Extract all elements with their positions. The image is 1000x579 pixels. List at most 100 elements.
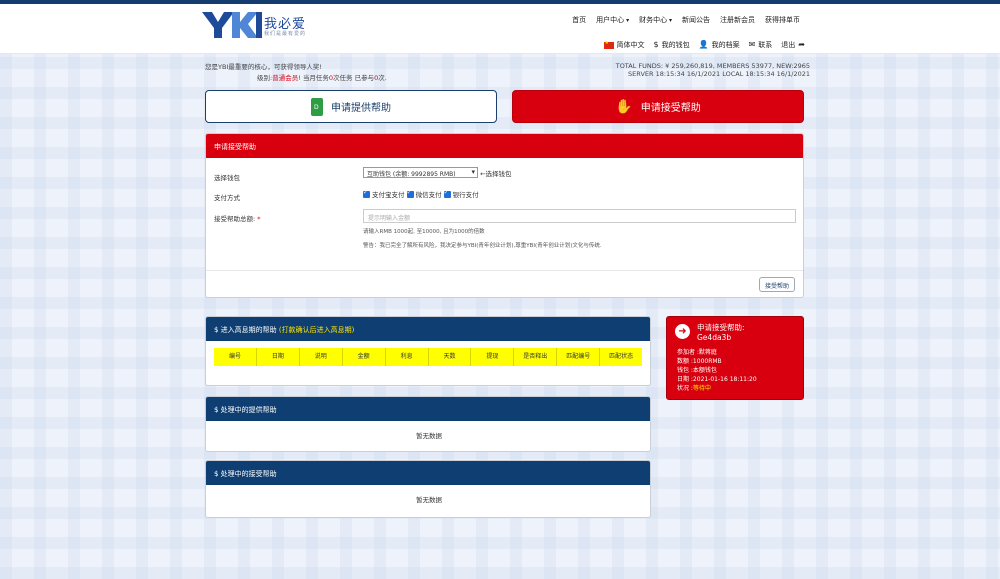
request-code: Ge4da3b — [697, 333, 732, 342]
request-status-row: 状况 :等待中 — [677, 384, 757, 393]
request-wallet: 钱包 :本额钱包 — [677, 367, 717, 374]
wallet-hint: ←选择钱包 — [480, 170, 512, 178]
arrow-right-icon: ➜ — [675, 324, 690, 339]
member-status-line: 级别:普通会员! 当月任务0次任务 已参与0次. — [205, 73, 387, 84]
amount-hint: 请输入RMB 1000起, 至10000, 且为1000的倍数 — [363, 229, 485, 235]
interest-panel-header: $ 进入高息期的帮助 (打款确认后进入高息期) — [206, 317, 650, 341]
share-arrow-icon: ➦ — [798, 40, 805, 49]
site-logo[interactable]: 我必爱 我们是最有爱的 — [202, 10, 322, 44]
my-wallet-link[interactable]: $ 我的钱包 — [654, 40, 690, 50]
bank-checkbox[interactable] — [443, 189, 451, 198]
provide-help-label: 申请提供帮助 — [331, 103, 391, 114]
column-match-id: 匹配编号 — [557, 348, 601, 366]
provide-processing-panel: $ 处理中的提供帮助 暂无数据 — [205, 396, 651, 452]
nav-news[interactable]: 新闻公告 — [682, 15, 710, 25]
column-desc: 说明 — [300, 348, 343, 366]
alipay-option[interactable]: 支付宝支付 — [363, 189, 405, 199]
required-mark: * — [257, 215, 261, 223]
request-date: 日期 :2021-01-16 18:11:20 — [677, 376, 757, 383]
wallet-row: 互助钱包 (余额: 9992895 RMB) ←选择钱包 — [363, 167, 512, 178]
payment-options: 支付宝支付 微信支付 银行支付 — [363, 189, 479, 199]
site-header: 我必爱 我们是最有爱的 首页 用户中心 财务中心 新闻公告 注册新会员 获得排单… — [0, 4, 1000, 54]
request-details: 参加者 :默蒋庭 数额 :1000RMB 钱包 :本额钱包 日期 :2021-0… — [677, 348, 757, 393]
bank-option[interactable]: 银行支付 — [443, 189, 479, 199]
interest-table-header: 编号 日期 说明 金额 利息 天数 提现 是否释出 匹配编号 匹配状态 — [214, 348, 642, 366]
language-label: 简体中文 — [616, 41, 645, 49]
accept-empty-state: 暂无数据 — [416, 496, 442, 504]
provide-panel-title: $ 处理中的提供帮助 — [206, 397, 650, 421]
request-card-title: 申请接受帮助: — [697, 323, 745, 332]
envelope-icon: ✉ — [748, 40, 756, 49]
amount-input[interactable]: 提示明输入金额 — [363, 209, 796, 223]
sub-nav: 简体中文 $ 我的钱包 👤 我的档案 ✉ 联系 退出 ➦ — [603, 40, 805, 50]
alipay-checkbox[interactable] — [363, 189, 370, 198]
request-participant: 参加者 :默蒋庭 — [677, 349, 717, 356]
joined-suffix: 次. — [378, 74, 387, 82]
column-match-status: 匹配状态 — [609, 353, 634, 360]
server-time: SERVER 18:15:34 16/1/2021 LOCAL 18:15:34… — [628, 70, 810, 78]
request-amount: 数额 :1000RMB — [677, 358, 722, 365]
my-profile-link[interactable]: 👤 我的档案 — [699, 40, 740, 50]
nav-finance-center[interactable]: 财务中心 — [639, 15, 672, 25]
wallet-select[interactable]: 互助钱包 (余额: 9992895 RMB) — [363, 167, 478, 178]
logo-mark-icon — [202, 12, 262, 38]
alipay-label: 支付宝支付 — [372, 191, 405, 199]
accept-request-card[interactable]: ➜ 申请接受帮助: Ge4da3b 参加者 :默蒋庭 数额 :1000RMB 钱… — [666, 316, 804, 400]
accept-panel-title: $ 处理中的接受帮助 — [206, 461, 650, 485]
contact-link[interactable]: ✉ 联系 — [749, 40, 773, 50]
wechat-checkbox[interactable] — [406, 189, 414, 198]
wechat-label: 微信支付 — [415, 191, 442, 199]
column-withdraw: 提现 — [471, 348, 515, 366]
total-funds: TOTAL FUNDS: ¥ 259,260,819, MEMBERS 5397… — [615, 62, 810, 70]
interest-panel-title: $ 进入高息期的帮助 — [214, 326, 277, 334]
column-amount: 金额 — [343, 348, 386, 366]
level-prefix: 级别: — [257, 74, 273, 82]
accept-help-label: 申请接受帮助 — [640, 103, 701, 114]
request-status-label: 状况 : — [677, 385, 693, 392]
member-level: 普通会员 — [272, 74, 299, 82]
wallet-icon — [311, 97, 323, 116]
user-icon: 👤 — [698, 40, 709, 49]
accept-processing-panel: $ 处理中的接受帮助 暂无数据 — [205, 460, 651, 518]
dollar-icon: $ — [653, 40, 659, 49]
bank-label: 银行支付 — [452, 191, 479, 199]
joined-prefix: 次任务 已参与 — [333, 74, 375, 82]
interest-help-panel: $ 进入高息期的帮助 (打款确认后进入高息期) 编号 日期 说明 金额 利息 天… — [205, 316, 651, 386]
main-nav: 首页 用户中心 财务中心 新闻公告 注册新会员 获得排单币 — [572, 15, 800, 25]
my-wallet-label: 我的钱包 — [661, 41, 690, 49]
logo-tagline: 我们是最有爱的 — [264, 31, 307, 37]
amount-label: 接受帮助总额: — [214, 215, 256, 223]
submit-accept-button[interactable]: 接受帮助 — [758, 277, 795, 292]
welcome-message: 您是YBI最重要的核心，可获得领导人奖! 级别:普通会员! 当月任务0次任务 已… — [205, 62, 387, 84]
accept-help-button[interactable]: ✋ 申请接受帮助 — [512, 90, 804, 123]
task-prefix: ! 当月任务 — [298, 74, 329, 82]
risk-warning: 警告：我已完全了解所有风险，我决定参与YBI(青年创业计划),尊重YBI(青年创… — [363, 243, 602, 249]
column-id: 编号 — [214, 348, 257, 366]
interest-panel-note: (打款确认后进入高息期) — [278, 326, 355, 334]
payment-label: 支付方式 — [214, 194, 240, 202]
nav-user-center[interactable]: 用户中心 — [596, 15, 629, 25]
wechat-option[interactable]: 微信支付 — [406, 189, 442, 199]
form-title: 申请接受帮助 — [206, 134, 803, 158]
column-released: 是否释出 — [514, 348, 558, 366]
amount-label-row: 接受帮助总额: * — [214, 213, 261, 223]
contact-label: 联系 — [758, 41, 773, 49]
form-divider — [206, 270, 803, 271]
logout-link[interactable]: 退出 ➦ — [781, 40, 805, 50]
provide-empty-state: 暂无数据 — [416, 432, 442, 440]
my-profile-label: 我的档案 — [711, 41, 740, 49]
nav-get-coins[interactable]: 获得排单币 — [765, 15, 800, 25]
provide-help-button[interactable]: 申请提供帮助 — [205, 90, 497, 123]
request-card-header: 申请接受帮助: Ge4da3b — [697, 323, 745, 343]
welcome-line: 您是YBI最重要的核心，可获得领导人奖! — [205, 63, 322, 71]
nav-register[interactable]: 注册新会员 — [720, 15, 755, 25]
column-days: 天数 — [429, 348, 472, 366]
hand-coins-icon: ✋ — [615, 98, 633, 115]
nav-home[interactable]: 首页 — [572, 15, 586, 25]
accept-help-form: 申请接受帮助 选择钱包 互助钱包 (余额: 9992895 RMB) ←选择钱包… — [205, 133, 804, 298]
column-date: 日期 — [257, 348, 300, 366]
logout-label: 退出 — [781, 41, 796, 49]
language-switch[interactable]: 简体中文 — [603, 40, 645, 50]
request-status: 等待中 — [692, 385, 711, 392]
funds-summary: TOTAL FUNDS: ¥ 259,260,819, MEMBERS 5397… — [616, 62, 810, 78]
